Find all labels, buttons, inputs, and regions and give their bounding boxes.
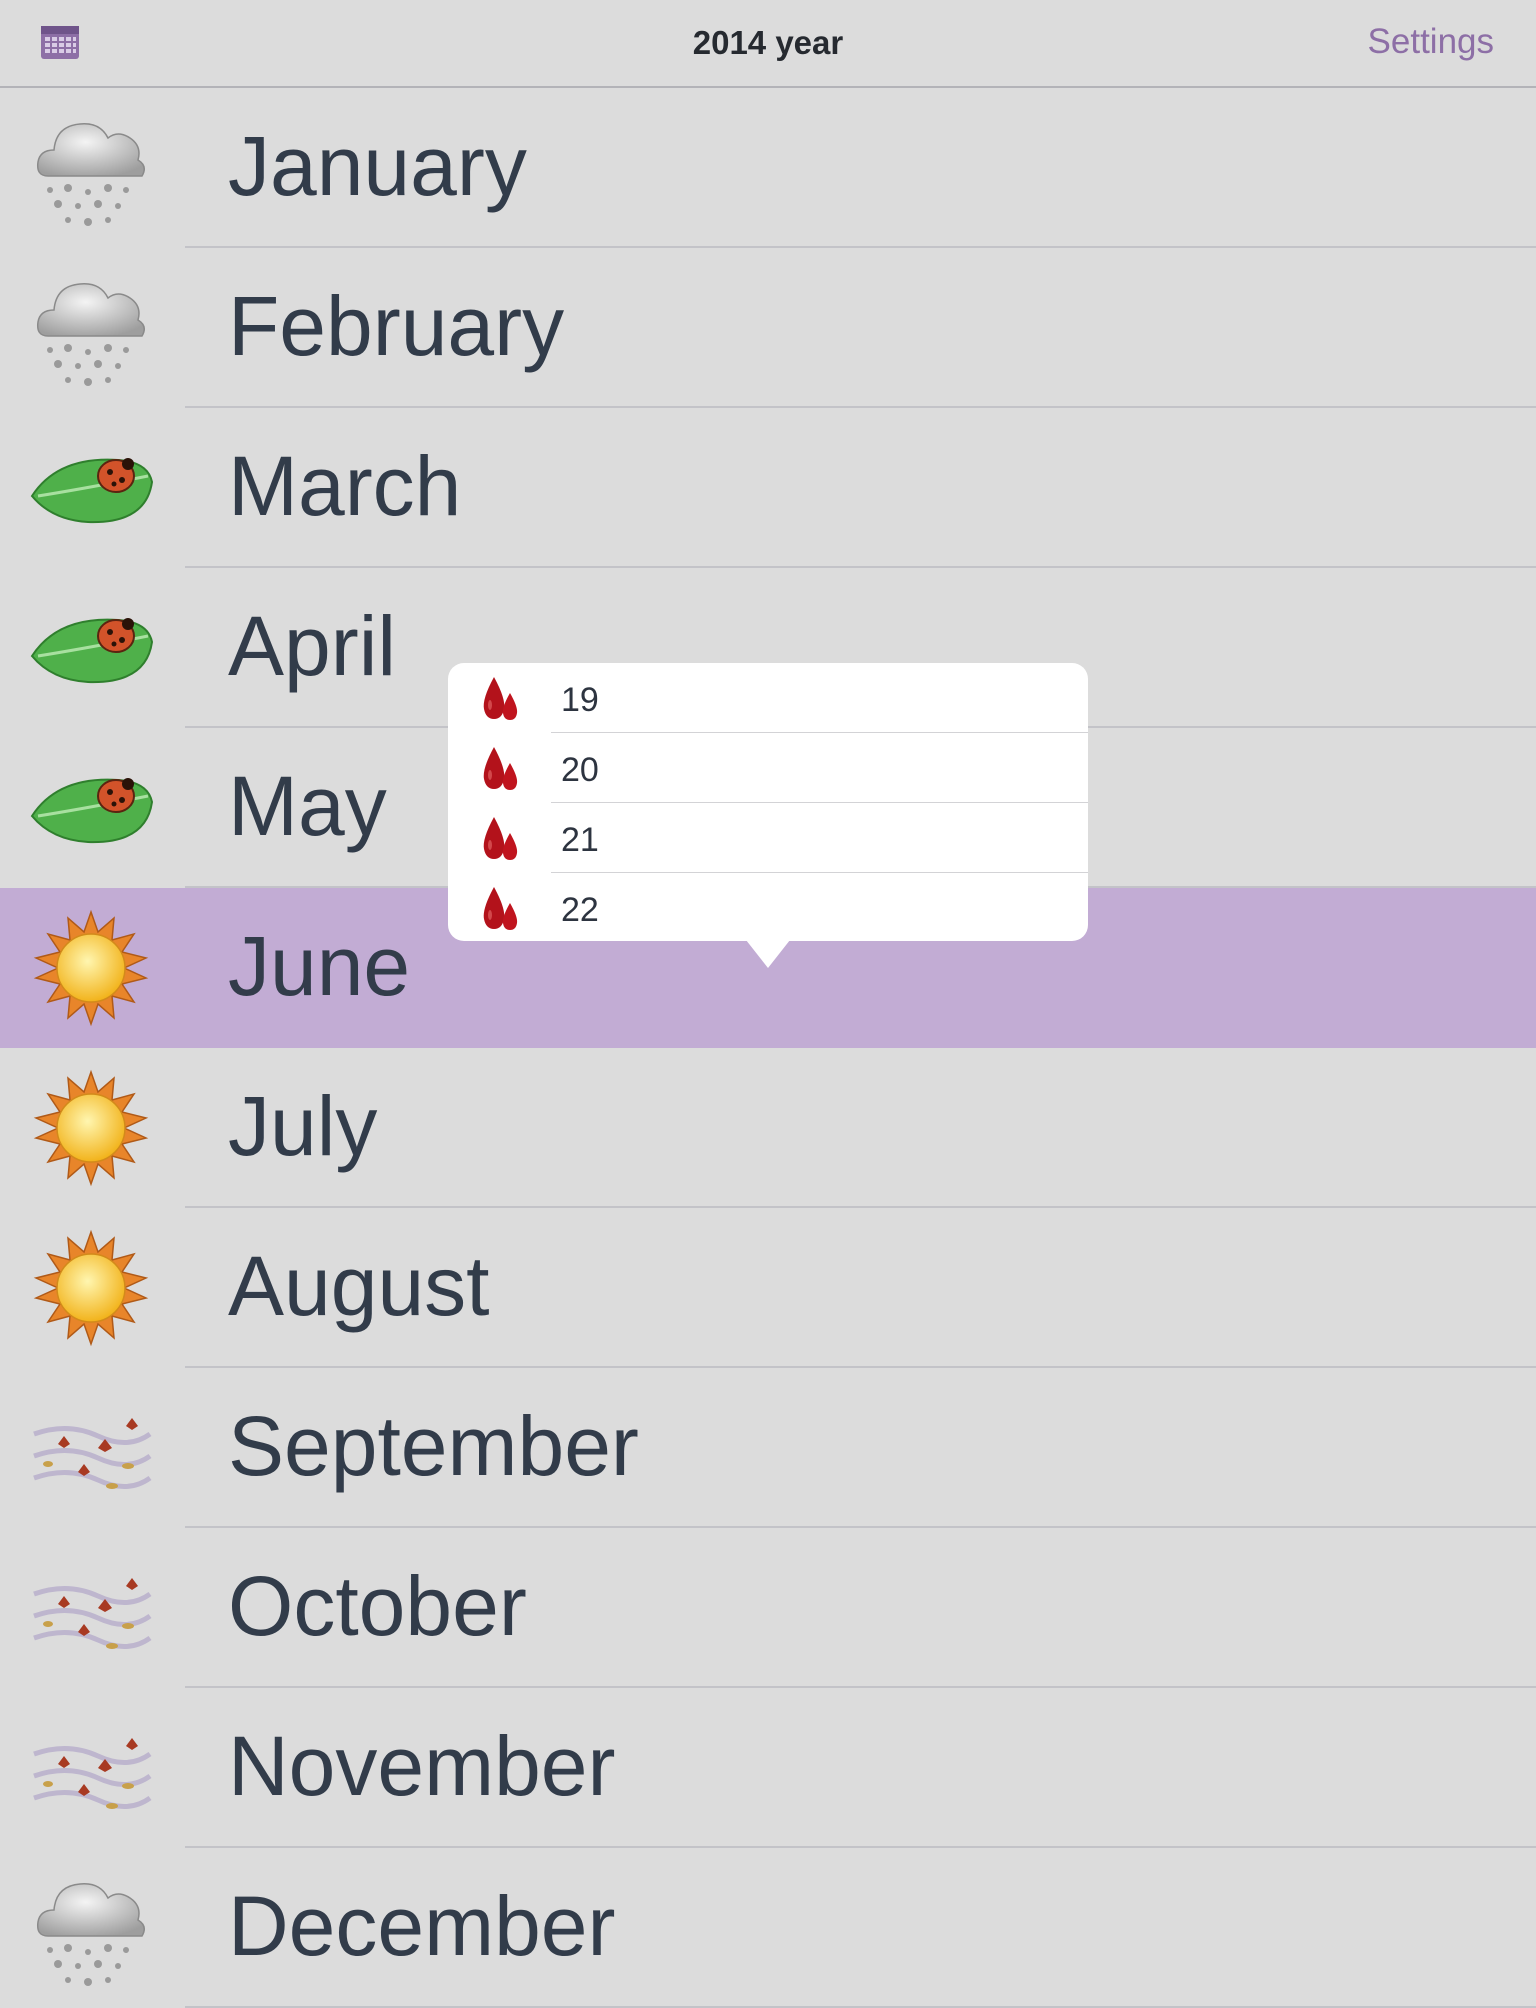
blood-drops-icon	[478, 885, 522, 931]
month-row-february[interactable]: February	[0, 248, 1536, 408]
popover-item[interactable]: 22	[448, 873, 1088, 943]
blood-drops-icon	[478, 675, 522, 721]
popover-arrow	[746, 940, 790, 968]
month-row-january[interactable]: January	[0, 88, 1536, 248]
autumn-wind-icon	[28, 1386, 154, 1510]
snow-cloud-icon	[28, 106, 154, 230]
popover-item-label: 20	[561, 751, 599, 789]
month-label: January	[228, 119, 527, 213]
blood-drops-icon	[478, 815, 522, 861]
snow-cloud-icon	[28, 266, 154, 390]
month-row-july[interactable]: July	[0, 1048, 1536, 1208]
autumn-wind-icon	[28, 1546, 154, 1670]
month-row-september[interactable]: September	[0, 1368, 1536, 1528]
ladybug-leaf-icon	[28, 586, 154, 710]
autumn-wind-icon	[28, 1706, 154, 1830]
month-row-march[interactable]: March	[0, 408, 1536, 568]
sun-icon	[28, 1226, 154, 1350]
month-label: March	[228, 439, 462, 533]
settings-button[interactable]: Settings	[1368, 22, 1494, 62]
month-row-october[interactable]: October	[0, 1528, 1536, 1688]
month-row-november[interactable]: November	[0, 1688, 1536, 1848]
ladybug-leaf-icon	[28, 426, 154, 550]
popover-item[interactable]: 21	[448, 803, 1088, 873]
popover-item[interactable]: 20	[448, 733, 1088, 803]
sun-icon	[28, 1066, 154, 1190]
month-label: February	[228, 279, 565, 373]
month-label: July	[228, 1079, 378, 1173]
month-label: August	[228, 1239, 490, 1333]
blood-drops-icon	[478, 745, 522, 791]
snow-cloud-icon	[28, 1866, 154, 1990]
popover-item[interactable]: 19	[448, 663, 1088, 733]
month-label: May	[228, 759, 387, 853]
nav-bar: 2014 year Settings	[0, 0, 1536, 88]
month-label: September	[228, 1399, 639, 1493]
month-label: April	[228, 599, 397, 693]
page-title: 2014 year	[692, 24, 844, 61]
popover-item-label: 22	[561, 891, 599, 929]
month-label: June	[228, 919, 411, 1013]
month-list: January February March April May June Ju…	[0, 88, 1536, 2008]
popover-item-label: 19	[561, 681, 599, 719]
ladybug-leaf-icon	[28, 746, 154, 870]
month-label: November	[228, 1719, 616, 1813]
sun-icon	[28, 906, 154, 1030]
month-row-december[interactable]: December	[0, 1848, 1536, 2008]
day-popover: 19 20 21 22	[448, 663, 1088, 941]
month-label: October	[228, 1559, 527, 1653]
month-row-august[interactable]: August	[0, 1208, 1536, 1368]
month-label: December	[228, 1879, 616, 1973]
popover-item-label: 21	[561, 821, 599, 859]
